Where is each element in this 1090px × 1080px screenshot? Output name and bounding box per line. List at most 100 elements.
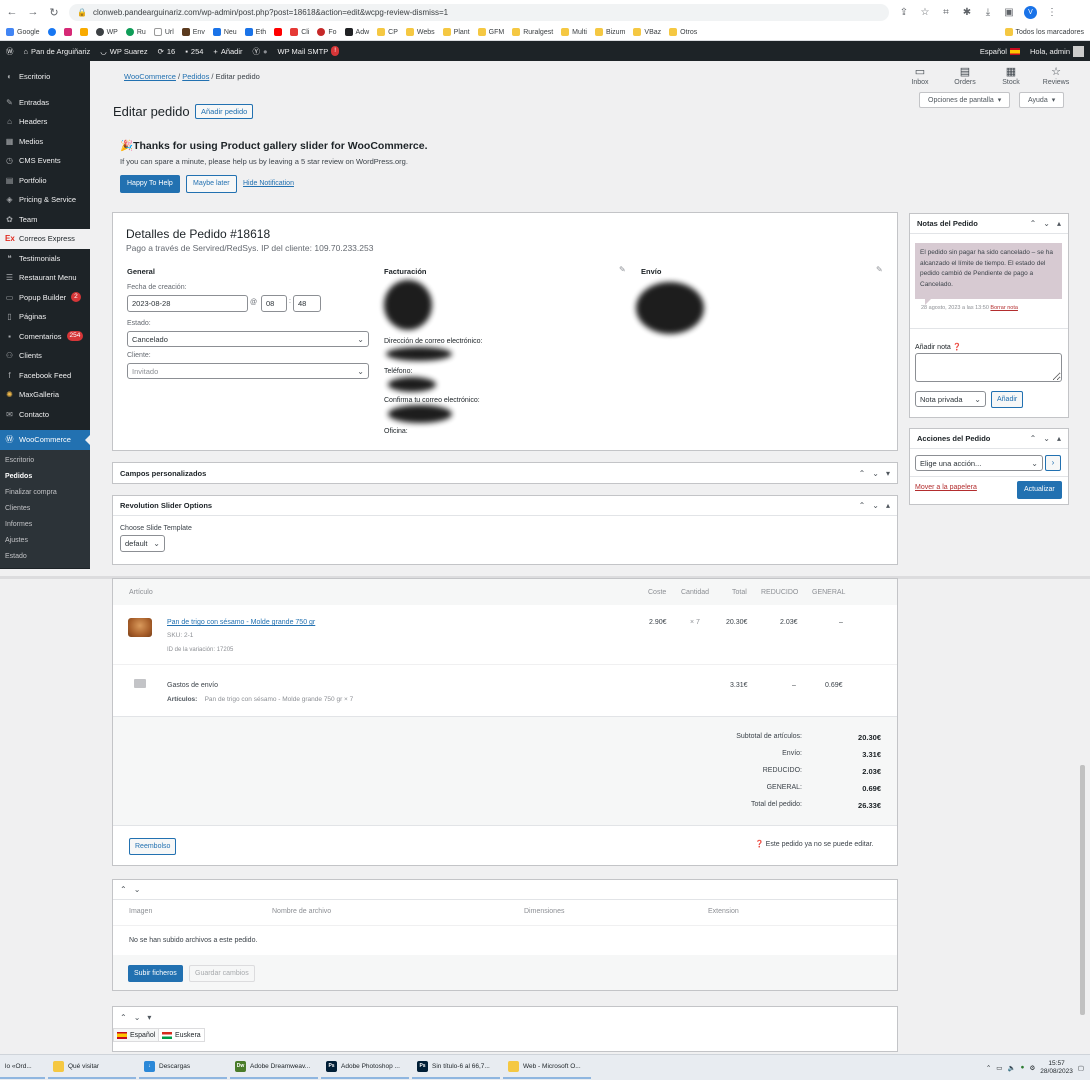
bookmark-folder-multi[interactable]: Multi: [561, 28, 587, 36]
bookmark-fo[interactable]: Fo: [317, 28, 337, 36]
bookmark-youtube[interactable]: [274, 28, 283, 36]
bookmark-folder-vbaz[interactable]: VBaz: [633, 28, 661, 36]
status-select[interactable]: Cancelado ⌄: [127, 331, 369, 347]
chevron-down-icon[interactable]: ⌄: [1043, 434, 1050, 443]
sidebar-item-paginas[interactable]: ▯ Páginas: [0, 307, 90, 327]
toggle-triangle-icon[interactable]: ▴: [886, 501, 890, 510]
add-note-button[interactable]: Añadir: [991, 391, 1024, 408]
clock[interactable]: 15:57 28/08/2023: [1040, 1060, 1073, 1076]
sidebar-item-clients[interactable]: ⚇ Clients: [0, 346, 90, 366]
sidebar-item-headers[interactable]: ⌂ Headers: [0, 112, 90, 132]
comments-link[interactable]: ▪ 254: [185, 47, 203, 56]
sidebar-item-pricing[interactable]: ◈ Pricing & Service: [0, 190, 90, 210]
scrollbar-thumb[interactable]: [1080, 765, 1085, 1015]
chevron-up-icon[interactable]: ⌃: [1030, 434, 1037, 443]
refund-button[interactable]: Reembolso: [129, 838, 177, 855]
all-bookmarks[interactable]: Todos los marcadores: [1004, 28, 1084, 36]
delete-note-link[interactable]: Borrar nota: [990, 305, 1018, 311]
order-action-select[interactable]: Elige una acción... ⌄: [915, 455, 1043, 471]
yoast-link[interactable]: Ⓨ ●: [253, 46, 268, 57]
wc-inbox-button[interactable]: ▭ Inbox: [897, 65, 943, 86]
back-icon[interactable]: ←: [6, 6, 18, 18]
sidebar-item-entradas[interactable]: ✎ Entradas: [0, 93, 90, 113]
task-outlook-web[interactable]: Web - Microsoft O...: [503, 1057, 591, 1079]
download-icon[interactable]: ⤓: [982, 7, 994, 18]
submenu-informes[interactable]: Informes: [0, 517, 90, 533]
screenshot-icon[interactable]: ⌗: [940, 7, 952, 18]
wp-suarez-link[interactable]: ◡ WP Suarez: [100, 47, 147, 56]
bookmark-folder-bizum[interactable]: Bizum: [594, 28, 625, 36]
chevron-down-icon[interactable]: ⌄: [872, 469, 879, 478]
sidebar-item-cms-events[interactable]: ◷ CMS Events: [0, 151, 90, 171]
star-icon[interactable]: ☆: [919, 7, 931, 18]
submenu-ajustes[interactable]: Ajustes: [0, 533, 90, 549]
bookmark-env[interactable]: Env: [181, 28, 205, 36]
toggle-triangle-icon[interactable]: ▾: [886, 469, 890, 478]
submenu-estado[interactable]: Estado: [0, 549, 90, 565]
apply-action-button[interactable]: ›: [1045, 455, 1061, 471]
mail-smtp-link[interactable]: WP Mail SMTP!: [278, 46, 340, 56]
bookmark-folder-plant[interactable]: Plant: [442, 28, 470, 36]
update-button[interactable]: Actualizar: [1017, 481, 1062, 499]
sidebar-item-woocommerce[interactable]: Ⓦ WooCommerce: [0, 430, 90, 450]
chevron-down-icon[interactable]: ⌄: [1043, 219, 1050, 228]
lang-tab-euskera[interactable]: Euskera: [158, 1028, 205, 1042]
sidebar-item-restaurant-menu[interactable]: ☰ Restaurant Menu: [0, 268, 90, 288]
task-que-visitar[interactable]: Qué visitar: [48, 1057, 136, 1079]
submenu-clientes[interactable]: Clientes: [0, 501, 90, 517]
sidebar-item-escritorio[interactable]: ◐ Escritorio: [0, 67, 90, 87]
task-dreamweaver[interactable]: Dw Adobe Dreamweav...: [230, 1057, 318, 1079]
screen-options-button[interactable]: Opciones de pantalla ▾: [919, 92, 1011, 108]
slide-template-select[interactable]: default ⌄: [120, 535, 165, 552]
submenu-escritorio[interactable]: Escritorio: [0, 453, 90, 469]
wc-orders-button[interactable]: ▤ Orders: [942, 65, 988, 86]
hour-input[interactable]: 08: [261, 295, 287, 312]
help-button[interactable]: Ayuda ▾: [1019, 92, 1065, 108]
reload-icon[interactable]: ↻: [48, 6, 60, 19]
note-type-select[interactable]: Nota privada ⌄: [915, 391, 986, 407]
minute-input[interactable]: 48: [293, 295, 321, 312]
updates-link[interactable]: ⟳ 16: [158, 47, 176, 56]
sidebar-item-comentarios[interactable]: ▪ Comentarios 254: [0, 327, 90, 347]
product-thumbnail[interactable]: [128, 618, 152, 637]
chevron-down-icon[interactable]: ⌄: [134, 885, 141, 894]
share-icon[interactable]: ⇪: [898, 7, 910, 18]
sidebar-item-portfolio[interactable]: ▤ Portfolio: [0, 171, 90, 191]
wp-logo[interactable]: Ⓦ: [6, 46, 14, 57]
chevron-down-icon[interactable]: ⌄: [872, 501, 879, 510]
account-menu[interactable]: Hola, admin: [1030, 45, 1084, 57]
submenu-finalizar-compra[interactable]: Finalizar compra: [0, 485, 90, 501]
notification-icon[interactable]: ▢: [1078, 1064, 1084, 1072]
sidebar-item-popup-builder[interactable]: ▭ Popup Builder 2: [0, 288, 90, 308]
bookmark-folder-gfm[interactable]: GFM: [477, 28, 504, 36]
add-new-link[interactable]: + Añadir: [213, 47, 242, 56]
bookmark-url[interactable]: Url: [153, 28, 174, 36]
date-input[interactable]: 2023-08-28: [127, 295, 248, 312]
sidepanel-icon[interactable]: ▣: [1003, 7, 1015, 18]
chevron-up-icon[interactable]: ⌃: [859, 469, 866, 478]
wc-reviews-button[interactable]: ☆ Reviews: [1033, 65, 1079, 86]
sidebar-item-medios[interactable]: ▦ Medios: [0, 132, 90, 152]
edit-shipping-icon[interactable]: ✎: [876, 265, 883, 274]
help-icon[interactable]: ❓: [953, 344, 962, 351]
bookmark-folder-cp[interactable]: CP: [377, 28, 398, 36]
sidebar-item-testimonials[interactable]: ❝ Testimonials: [0, 249, 90, 269]
happy-to-help-button[interactable]: Happy To Help: [120, 175, 180, 193]
extension-icon[interactable]: ✱: [961, 7, 973, 18]
hide-notification-link[interactable]: Hide Notification: [243, 180, 294, 187]
bookmark-adw[interactable]: Adw: [344, 28, 369, 36]
sidebar-item-facebook-feed[interactable]: f Facebook Feed: [0, 366, 90, 386]
note-textarea[interactable]: [915, 353, 1062, 382]
task-photoshop[interactable]: Ps Adobe Photoshop ...: [321, 1057, 409, 1079]
maybe-later-button[interactable]: Maybe later: [186, 175, 237, 193]
product-name-link[interactable]: Pan de trigo con sésamo - Molde grande 7…: [167, 619, 315, 626]
bookmark-folder-webs[interactable]: Webs: [405, 28, 435, 36]
bookmark-facebook[interactable]: [47, 28, 56, 36]
task-descargas[interactable]: ↓ Descargas: [139, 1057, 227, 1079]
tray-expand-icon[interactable]: ⌃: [986, 1064, 991, 1072]
task-photoshop-doc[interactable]: Ps Sin título-6 al 66,7...: [412, 1057, 500, 1079]
bookmark-cli[interactable]: Cli: [290, 28, 309, 36]
toggle-triangle-icon[interactable]: ▾: [147, 1013, 151, 1022]
volume-icon[interactable]: 🔈: [1007, 1064, 1015, 1072]
bookmark-instagram[interactable]: [63, 28, 72, 36]
